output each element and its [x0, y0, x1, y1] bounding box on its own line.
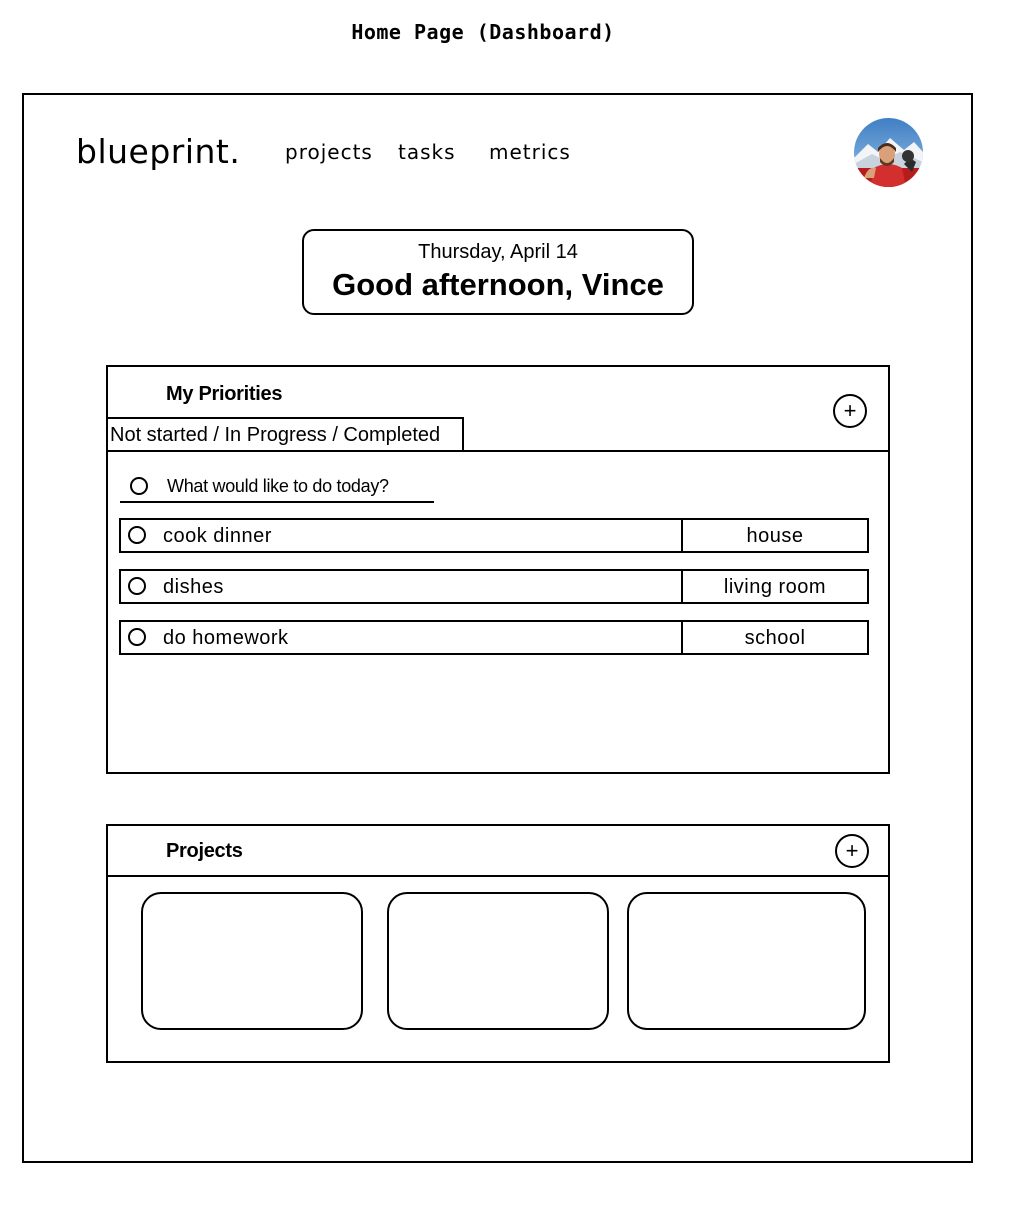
page-title: Home Page (Dashboard) [351, 20, 615, 44]
task-tag[interactable]: school [681, 620, 869, 655]
task-row[interactable]: dishes living room [119, 569, 869, 604]
new-task-radio[interactable] [130, 477, 148, 495]
greeting-date: Thursday, April 14 [418, 241, 578, 263]
task-tag[interactable]: living room [681, 569, 869, 604]
nav-metrics[interactable]: metrics [489, 140, 571, 164]
new-task-placeholder: What would like to do today? [167, 476, 389, 496]
projects-header-divider [108, 875, 888, 877]
priorities-panel: My Priorities + Not started / In Progres… [106, 365, 890, 774]
add-priority-button[interactable]: + [833, 394, 867, 428]
priorities-title: My Priorities [166, 383, 283, 405]
user-avatar[interactable] [854, 118, 923, 187]
status-filter-tab[interactable]: Not started / In Progress / Completed [106, 417, 464, 452]
greeting-card: Thursday, April 14 Good afternoon, Vince [302, 229, 694, 315]
task-row[interactable]: do homework school [119, 620, 869, 655]
project-card[interactable] [141, 892, 363, 1030]
new-task-input[interactable]: What would like to do today? [120, 473, 434, 503]
task-row[interactable]: cook dinner house [119, 518, 869, 553]
task-status-radio[interactable] [128, 577, 146, 595]
project-card[interactable] [627, 892, 866, 1030]
projects-title: Projects [166, 840, 243, 862]
projects-panel: Projects + [106, 824, 890, 1063]
add-project-button[interactable]: + [835, 834, 869, 868]
nav-projects[interactable]: projects [285, 140, 373, 164]
project-card[interactable] [387, 892, 609, 1030]
nav-tasks[interactable]: tasks [398, 140, 456, 164]
logo[interactable]: blueprint. [76, 132, 240, 171]
avatar-photo-icon [854, 118, 923, 187]
task-status-radio[interactable] [128, 628, 146, 646]
task-name: cook dinner [163, 525, 272, 547]
greeting-message: Good afternoon, Vince [332, 267, 664, 302]
task-status-radio[interactable] [128, 526, 146, 544]
task-name: do homework [163, 627, 289, 649]
task-tag[interactable]: house [681, 518, 869, 553]
task-name: dishes [163, 576, 224, 598]
